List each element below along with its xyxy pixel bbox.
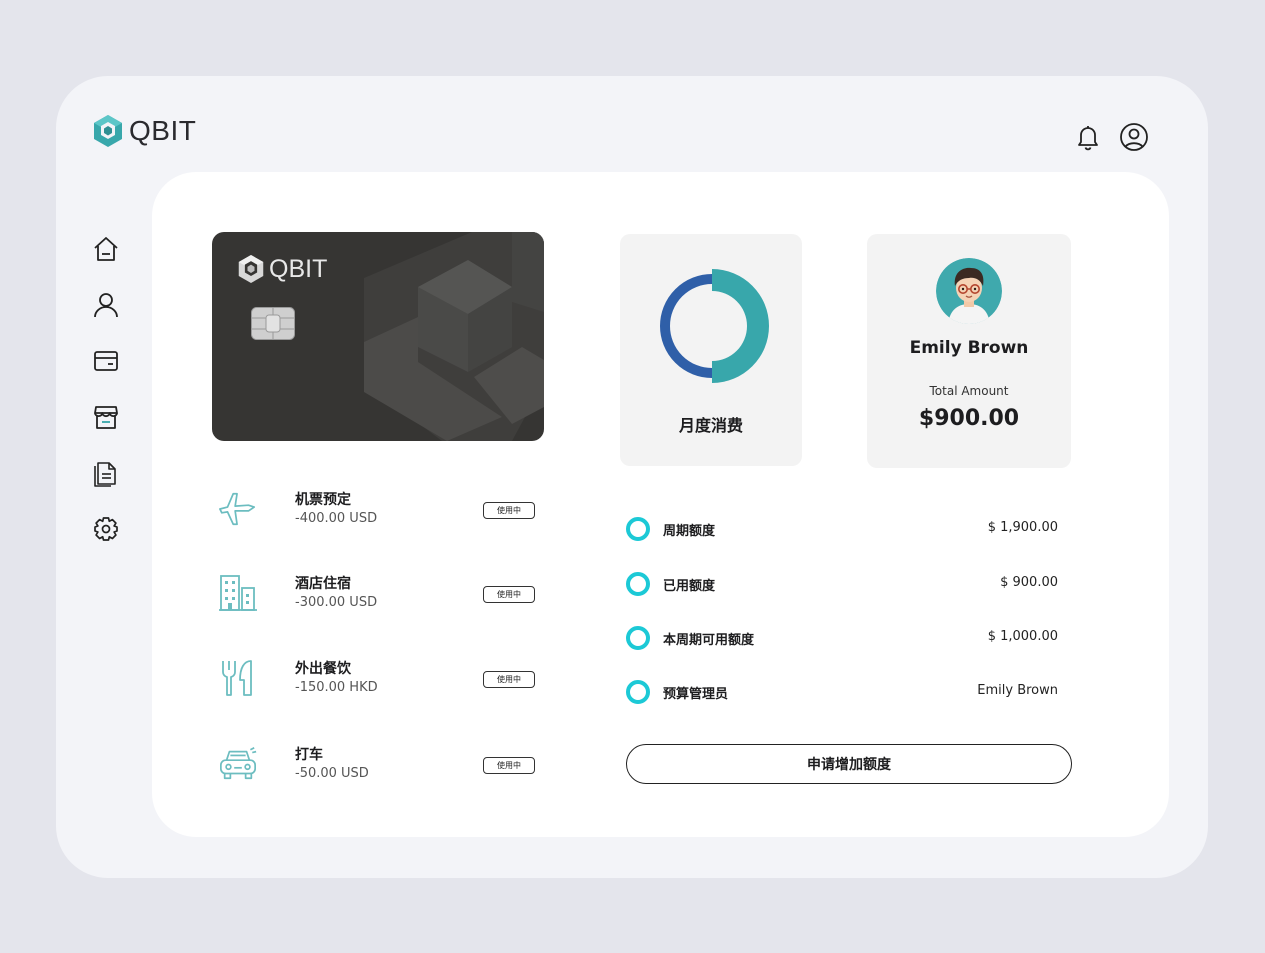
quota-label: 周期额度 — [663, 524, 716, 539]
dining-icon — [218, 658, 258, 698]
monthly-spend-label: 月度消费 — [678, 416, 743, 435]
user-icon[interactable] — [90, 289, 122, 321]
list-item[interactable]: 酒店住宿 -300.00 USD 使用中 — [212, 573, 552, 625]
ring-icon — [626, 517, 650, 541]
status-badge: 使用中 — [483, 757, 535, 774]
credit-card[interactable]: QBIT — [212, 232, 544, 441]
list-item[interactable]: 外出餐饮 -150.00 HKD 使用中 — [212, 658, 552, 710]
hotel-icon — [218, 573, 258, 613]
header-actions — [1072, 121, 1150, 153]
total-amount-label: Total Amount — [929, 384, 1009, 398]
apply-increase-button[interactable]: 申请增加额度 — [626, 744, 1072, 784]
avatar — [936, 258, 1002, 324]
user-summary-tile[interactable]: Emily Brown Total Amount $900.00 — [867, 234, 1071, 468]
list-item[interactable]: 打车 -50.00 USD 使用中 — [212, 744, 552, 796]
quota-label: 本周期可用额度 — [663, 633, 755, 648]
quota-label: 预算管理员 — [663, 687, 729, 702]
monthly-spend-donut — [660, 269, 769, 383]
ring-icon — [626, 626, 650, 650]
ring-icon — [626, 572, 650, 596]
sidebar-nav — [90, 233, 122, 569]
list-item[interactable]: 机票预定 -400.00 USD 使用中 — [212, 489, 552, 541]
transaction-name: 外出餐饮 — [295, 661, 351, 677]
card-chip-icon — [251, 307, 295, 340]
transaction-name: 机票预定 — [295, 492, 351, 508]
app-logo[interactable]: QBIT — [92, 114, 196, 148]
airplane-icon — [218, 489, 258, 529]
quota-value: $ 900.00 — [1000, 575, 1058, 590]
status-badge: 使用中 — [483, 671, 535, 688]
wallet-icon[interactable] — [90, 345, 122, 377]
monthly-spend-tile[interactable]: 月度消费 — [620, 234, 802, 466]
transaction-amount: -400.00 USD — [295, 511, 378, 526]
status-badge: 使用中 — [483, 502, 535, 519]
quota-row: 周期额度 $ 1,900.00 — [626, 517, 1058, 541]
store-icon[interactable] — [90, 401, 122, 433]
brand-name: QBIT — [129, 115, 197, 146]
qbit-logo-icon — [238, 255, 264, 283]
transaction-name: 打车 — [295, 747, 323, 763]
quota-value: Emily Brown — [977, 683, 1058, 698]
user-name: Emily Brown — [909, 338, 1029, 358]
taxi-icon — [218, 744, 258, 784]
quota-row: 本周期可用额度 $ 1,000.00 — [626, 626, 1058, 650]
transaction-name: 酒店住宿 — [295, 576, 351, 592]
gear-icon[interactable] — [90, 513, 122, 545]
ring-icon — [626, 680, 650, 704]
card-logo: QBIT — [237, 254, 327, 284]
qbit-logo-icon — [94, 115, 122, 147]
card-brand-name: QBIT — [269, 254, 328, 283]
quota-row: 已用额度 $ 900.00 — [626, 572, 1058, 596]
quota-label: 已用额度 — [663, 579, 716, 594]
donut-used-arc — [712, 269, 769, 383]
main-panel: QBIT 机票预定 -400.00 USD 使用中 酒店住宿 -300.00 U… — [152, 172, 1169, 837]
home-icon[interactable] — [90, 233, 122, 265]
quota-row: 预算管理员 Emily Brown — [626, 680, 1058, 704]
status-badge: 使用中 — [483, 586, 535, 603]
app-window: QBIT QBIT 机票预定 -400.00 USD 使用中 酒店住宿 -300… — [56, 76, 1208, 878]
quota-value: $ 1,000.00 — [987, 629, 1058, 644]
bell-icon[interactable] — [1072, 121, 1104, 153]
quota-value: $ 1,900.00 — [987, 520, 1058, 535]
total-amount-value: $900.00 — [918, 406, 1020, 431]
document-icon[interactable] — [90, 457, 122, 489]
transaction-amount: -300.00 USD — [295, 595, 378, 610]
user-circle-icon[interactable] — [1118, 121, 1150, 153]
transaction-amount: -150.00 HKD — [295, 680, 378, 695]
transaction-amount: -50.00 USD — [295, 766, 369, 781]
